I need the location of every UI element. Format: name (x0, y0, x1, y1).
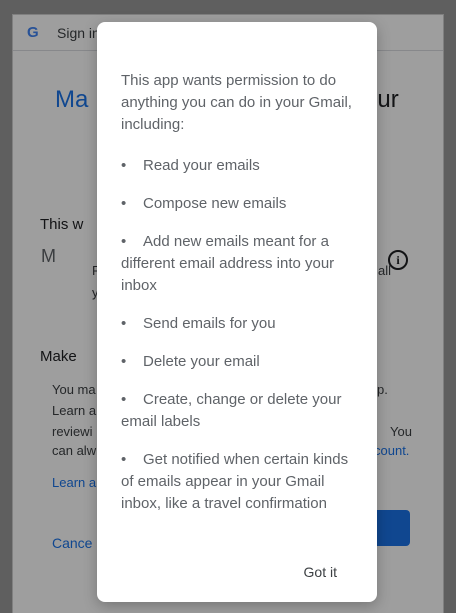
permission-label: Add new emails meant for a different ema… (121, 233, 335, 294)
dialog-intro-text: This app wants permission to do anything… (121, 72, 352, 133)
permission-label: Create, change or delete your email labe… (121, 391, 342, 430)
permission-label: Delete your email (143, 353, 260, 370)
permission-label: Read your emails (143, 157, 260, 174)
got-it-button[interactable]: Got it (304, 564, 337, 580)
bullet-icon: • (121, 315, 127, 332)
bullet-icon: • (121, 233, 127, 250)
bullet-icon: • (121, 391, 127, 408)
bullet-icon: • (121, 353, 127, 370)
permission-details-dialog: This app wants permission to do anything… (97, 22, 377, 602)
permission-item: • Add new emails meant for a different em… (121, 231, 355, 297)
permission-item: • Delete your email (121, 351, 355, 373)
permission-item: • Get notified when certain kinds of emai… (121, 449, 355, 515)
bullet-icon: • (121, 157, 127, 174)
permission-label: Send emails for you (143, 315, 276, 332)
permission-item: • Read your emails (121, 155, 355, 177)
bullet-icon: • (121, 195, 127, 212)
permission-label: Get notified when certain kinds of email… (121, 451, 349, 512)
permission-item: • Create, change or delete your email lab… (121, 389, 355, 433)
permission-label: Compose new emails (143, 195, 287, 212)
permission-item: • Compose new emails (121, 193, 355, 215)
permission-list: • Read your emails • Compose new emails • A… (121, 155, 355, 515)
permission-item: • Send emails for you (121, 313, 355, 335)
bullet-icon: • (121, 451, 127, 468)
